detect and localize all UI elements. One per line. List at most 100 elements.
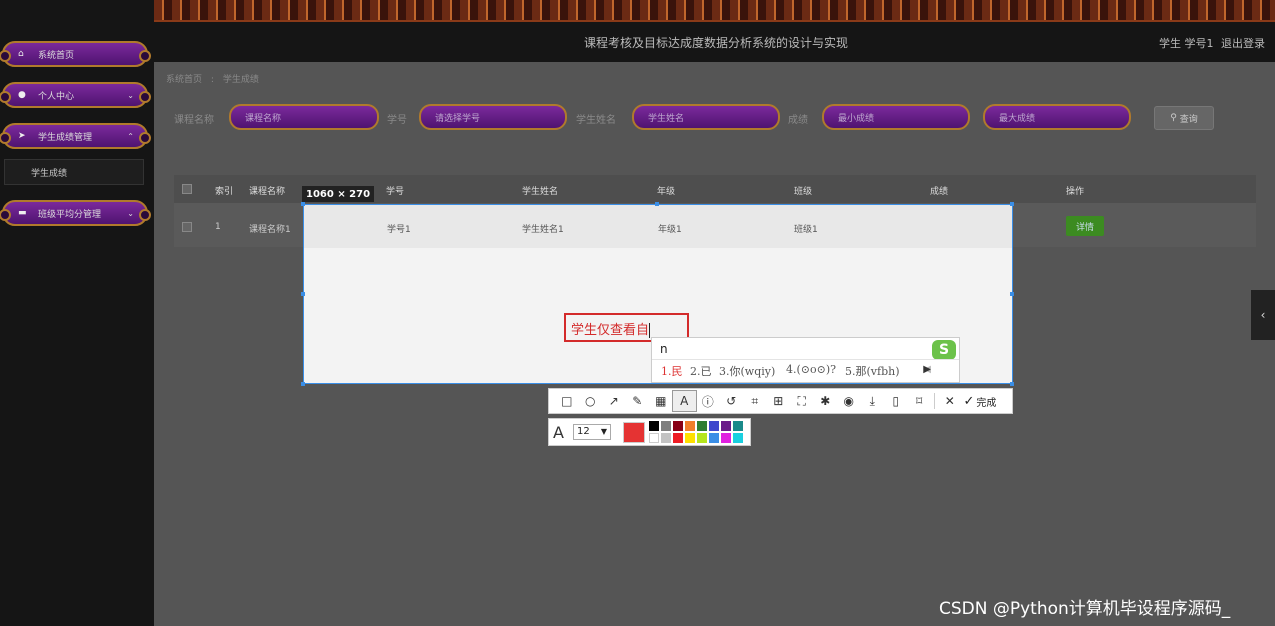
ime-next-arrow-icon[interactable]: ▶: [917, 364, 931, 375]
phone-icon[interactable]: ▯: [884, 391, 908, 411]
color-swatch[interactable]: [709, 421, 719, 431]
cell-grade: 年级1: [658, 225, 682, 235]
resize-handle[interactable]: [1010, 202, 1014, 206]
sidebar-item-label: 学生成绩管理: [38, 132, 93, 143]
download-icon[interactable]: ⤓: [861, 391, 885, 411]
number-icon[interactable]: ⓘ: [696, 391, 720, 411]
min-score-input[interactable]: 最小成绩: [822, 104, 970, 130]
color-swatch[interactable]: [709, 433, 719, 443]
ime-candidate[interactable]: 1.民: [661, 363, 683, 379]
toolbar-divider: [934, 393, 935, 409]
student-id-label: 学号: [387, 115, 407, 126]
text-style-bar: A 12 ▼: [548, 418, 751, 446]
chevron-down-icon: ⌄: [127, 90, 134, 100]
color-swatch[interactable]: [733, 433, 743, 443]
ime-candidate[interactable]: 5.那(vfbh): [845, 363, 900, 379]
resize-handle[interactable]: [655, 202, 659, 206]
color-swatch[interactable]: [721, 421, 731, 431]
sidebar: ⌂ 系统首页 ● 个人中心 ⌄ ➤ 学生成绩管理 ⌃ 学生成绩 ▬ 班级平均分管…: [0, 0, 154, 626]
color-swatch[interactable]: [661, 433, 671, 443]
color-swatch[interactable]: [733, 421, 743, 431]
col-action: 操作: [1066, 187, 1085, 197]
ellipse-icon[interactable]: ○: [579, 391, 603, 411]
sidebar-item-label: 班级平均分管理: [38, 209, 102, 220]
bookmark-icon[interactable]: ⌑: [908, 391, 932, 411]
student-id-select[interactable]: 请选择学号: [419, 104, 567, 130]
ime-candidate[interactable]: 4.(⊙o⊙)?: [786, 363, 836, 376]
sidebar-item-profile[interactable]: ● 个人中心 ⌄: [0, 82, 151, 108]
breadcrumb-current: 学生成绩: [222, 75, 259, 85]
col-class: 班级: [794, 187, 813, 197]
ime-input: n: [660, 342, 668, 356]
current-user: 学生 学号1: [1159, 37, 1214, 50]
student-name-input[interactable]: 学生姓名: [632, 104, 780, 130]
watermark: CSDN @Python计算机毕设程序源码_: [939, 599, 1231, 619]
col-course: 课程名称: [249, 187, 286, 197]
font-size-select[interactable]: 12 ▼: [573, 424, 611, 440]
record-icon[interactable]: ◉: [837, 391, 861, 411]
color-swatch[interactable]: [721, 433, 731, 443]
ime-candidate[interactable]: 2.已: [690, 363, 712, 379]
color-swatch[interactable]: [649, 433, 659, 443]
sidebar-item-class-average[interactable]: ▬ 班级平均分管理 ⌄: [0, 200, 151, 226]
pin-icon[interactable]: ✱: [814, 391, 838, 411]
course-input[interactable]: 课程名称: [229, 104, 379, 130]
student-name-label: 学生姓名: [576, 115, 616, 126]
arrow-icon[interactable]: ↗: [602, 391, 626, 411]
current-color-swatch[interactable]: [623, 422, 645, 443]
detail-button[interactable]: 详情: [1066, 216, 1104, 236]
resize-handle[interactable]: [301, 292, 305, 296]
chevron-left-icon: ‹: [1260, 308, 1266, 322]
send-icon: ➤: [18, 131, 26, 141]
chevron-down-icon: ⌄: [127, 208, 134, 218]
ime-candidate[interactable]: 3.你(wqiy): [719, 363, 775, 379]
cell-class: 班级1: [794, 225, 818, 235]
pen-icon[interactable]: ✎: [626, 391, 650, 411]
header: 课程考核及目标达成度数据分析系统的设计与实现 学生 学号1 退出登录: [154, 22, 1275, 62]
done-button[interactable]: ✓ 完成: [964, 394, 997, 409]
color-swatch[interactable]: [685, 433, 695, 443]
sidebar-item-label: 个人中心: [38, 91, 75, 102]
search-button[interactable]: ⚲ 查询: [1154, 106, 1214, 130]
resize-handle[interactable]: [1010, 292, 1014, 296]
sidebar-item-score-management[interactable]: ➤ 学生成绩管理 ⌃: [0, 123, 151, 149]
resize-handle[interactable]: [301, 202, 305, 206]
color-swatch[interactable]: [649, 421, 659, 431]
rectangle-icon[interactable]: □: [555, 391, 579, 411]
mosaic-icon[interactable]: ▦: [649, 391, 673, 411]
long-capture-icon[interactable]: ⛶: [790, 391, 814, 411]
row-checkbox[interactable]: [182, 222, 192, 232]
course-label: 课程名称: [174, 115, 214, 126]
col-student-id: 学号: [386, 187, 405, 197]
collapse-panel-button[interactable]: ‹: [1251, 290, 1275, 340]
capture-toolbar: □ ○ ↗ ✎ ▦ A ⓘ ↺ ⌗ ⊞ ⛶ ✱ ◉ ⤓ ▯ ⌑ ✕ ✓ 完成: [548, 388, 1013, 414]
font-icon: A: [553, 423, 564, 442]
chevron-up-icon: ⌃: [127, 131, 134, 141]
text-icon[interactable]: A: [671, 390, 697, 412]
ocr-icon[interactable]: ⌗: [743, 391, 767, 411]
logout-link[interactable]: 退出登录: [1221, 37, 1265, 50]
select-all-checkbox[interactable]: [182, 184, 192, 194]
breadcrumb-home[interactable]: 系统首页: [166, 75, 202, 85]
cell-student-id: 学号1: [387, 225, 411, 235]
color-swatch[interactable]: [673, 421, 683, 431]
max-score-input[interactable]: 最大成绩: [983, 104, 1131, 130]
color-swatch[interactable]: [661, 421, 671, 431]
color-swatch[interactable]: [697, 433, 707, 443]
color-swatch[interactable]: [697, 421, 707, 431]
font-size-value: 12: [577, 426, 590, 437]
resize-handle[interactable]: [1010, 382, 1014, 386]
col-index: 索引: [215, 187, 234, 197]
check-icon: ✓: [963, 393, 975, 409]
translate-icon[interactable]: ⊞: [767, 391, 791, 411]
color-swatch[interactable]: [685, 421, 695, 431]
close-icon[interactable]: ✕: [938, 391, 962, 411]
undo-icon[interactable]: ↺: [720, 391, 744, 411]
color-swatch[interactable]: [673, 433, 683, 443]
decorative-border: [154, 0, 1275, 22]
resize-handle[interactable]: [301, 382, 305, 386]
col-student-name: 学生姓名: [522, 187, 559, 197]
sidebar-item-home[interactable]: ⌂ 系统首页: [0, 41, 151, 67]
sidebar-subitem-scores[interactable]: 学生成绩: [4, 159, 144, 185]
user-area: 学生 学号1 退出登录: [1159, 35, 1265, 51]
